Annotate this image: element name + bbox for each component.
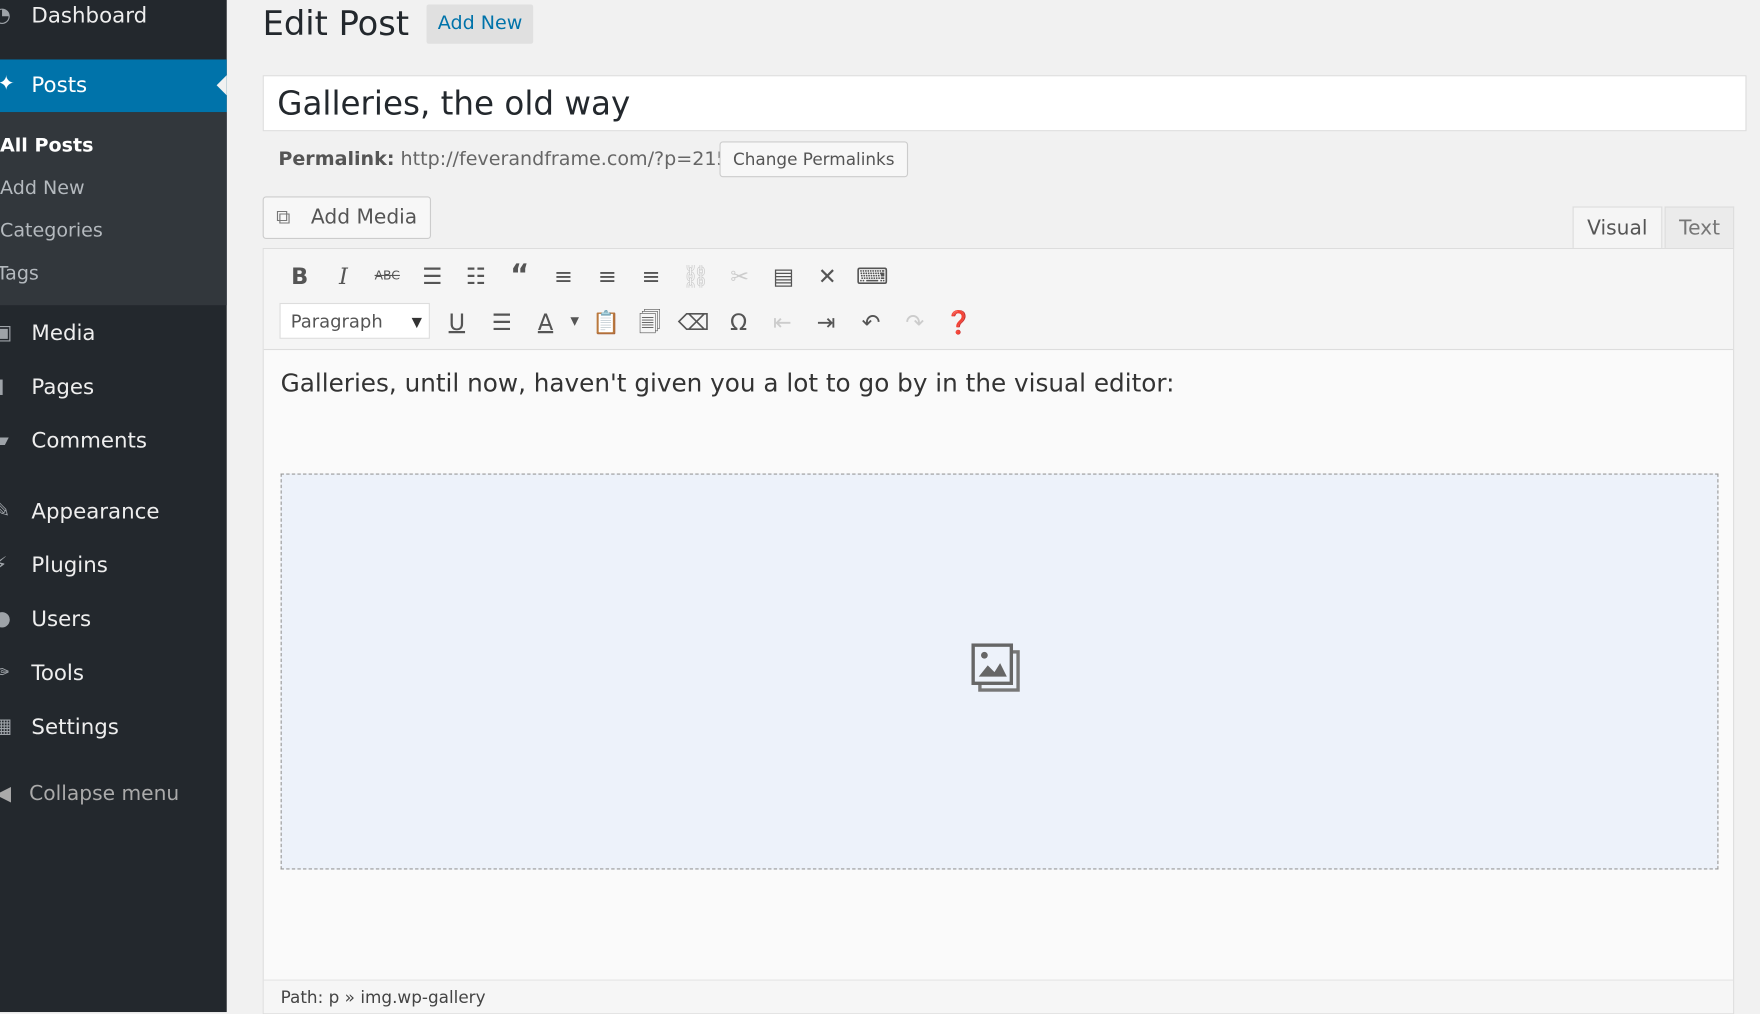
toolbar-toggle-icon[interactable]: ⌨ [855,259,889,293]
strikethrough-icon[interactable]: ABC [370,259,404,293]
add-media-icon: ⧉ [276,205,291,229]
editor-path: Path: p » img.wp-gallery [263,979,1734,1014]
paste-word-icon[interactable]: 🗐 [633,305,667,339]
undo-icon[interactable]: ↶ [854,305,888,339]
submenu-tags[interactable]: Tags [0,263,39,285]
post-title-input[interactable]: Galleries, the old way [262,75,1747,132]
posts-submenu: All Posts Add New Categories Tags [0,112,227,306]
justify-icon[interactable]: ☰ [485,305,519,339]
italic-icon[interactable]: I [327,259,361,293]
media-icon: ▣ [0,321,16,345]
submenu-categories[interactable]: Categories [0,220,103,242]
align-right-icon[interactable]: ≡ [634,259,668,293]
read-more-icon[interactable]: ▤ [767,259,801,293]
page-title: Edit Post [262,4,410,44]
text-color-dropdown-icon[interactable]: ▼ [558,305,592,339]
collapse-menu[interactable]: Collapse menu [29,782,179,806]
pin-icon: ✦ [0,72,15,96]
users-icon: ● [0,607,16,631]
format-select[interactable]: Paragraph ▼ [279,302,430,339]
settings-icon: ▦ [0,715,16,739]
tab-visual[interactable]: Visual [1572,206,1663,250]
editor-content-paragraph[interactable]: Galleries, until now, haven't given you … [281,370,1175,398]
plugin-icon: ⚡ [0,553,16,577]
indent-icon[interactable]: ⇥ [809,305,843,339]
special-character-icon[interactable]: Ω [722,305,756,339]
add-media-button[interactable]: ⧉ Add Media [262,196,431,239]
fullscreen-icon[interactable]: ✕ [810,259,844,293]
link-icon[interactable]: ⛓ [679,259,713,293]
comments-icon: ▰ [0,429,16,453]
underline-icon[interactable]: U [440,305,474,339]
permalink-url[interactable]: http://feverandframe.com/?p=215 [401,148,729,170]
editor: B I ABC ☰ ☷ “ ≡ ≡ ≡ ⛓ ✂ ▤ ✕ ⌨ Paragraph ▼… [262,247,1735,1014]
brush-icon: ✎ [0,499,16,523]
align-left-icon[interactable]: ≡ [547,259,581,293]
menu-posts[interactable]: ✦Posts [0,59,227,113]
submenu-all-posts[interactable]: All Posts [0,135,93,157]
dashboard-icon: ◔ [0,3,16,27]
bullet-list-icon[interactable]: ☰ [415,259,449,293]
wrench-icon: ✑ [0,661,16,685]
add-new-button[interactable]: Add New [426,4,534,44]
clear-formatting-icon[interactable]: ⌫ [677,305,711,339]
admin-sidebar: ◔Dashboard ✦Posts All Posts Add New Cate… [0,0,227,1013]
align-center-icon[interactable]: ≡ [590,259,624,293]
gallery-icon [971,643,1020,692]
paste-text-icon[interactable]: 📋 [589,305,623,339]
outdent-icon[interactable]: ⇤ [766,305,800,339]
chevron-down-icon: ▼ [411,314,423,330]
submenu-add-new[interactable]: Add New [0,177,85,199]
pages-icon: ▮ [0,375,16,399]
tab-text[interactable]: Text [1664,206,1735,250]
current-arrow [216,75,227,96]
redo-icon[interactable]: ↷ [898,305,932,339]
editor-toolbar: B I ABC ☰ ☷ “ ≡ ≡ ≡ ⛓ ✂ ▤ ✕ ⌨ Paragraph ▼… [263,249,1734,351]
unlink-icon[interactable]: ✂ [723,259,757,293]
numbered-list-icon[interactable]: ☷ [459,259,493,293]
collapse-icon[interactable]: ◀ [0,782,11,806]
blockquote-icon[interactable]: “ [503,259,537,293]
change-permalinks-button[interactable]: Change Permalinks [719,141,909,178]
help-icon[interactable]: ❓ [942,305,976,339]
gallery-placeholder[interactable] [280,473,1719,870]
permalink: Permalink: http://feverandframe.com/?p=2… [278,148,729,171]
bold-icon[interactable]: B [283,259,317,293]
